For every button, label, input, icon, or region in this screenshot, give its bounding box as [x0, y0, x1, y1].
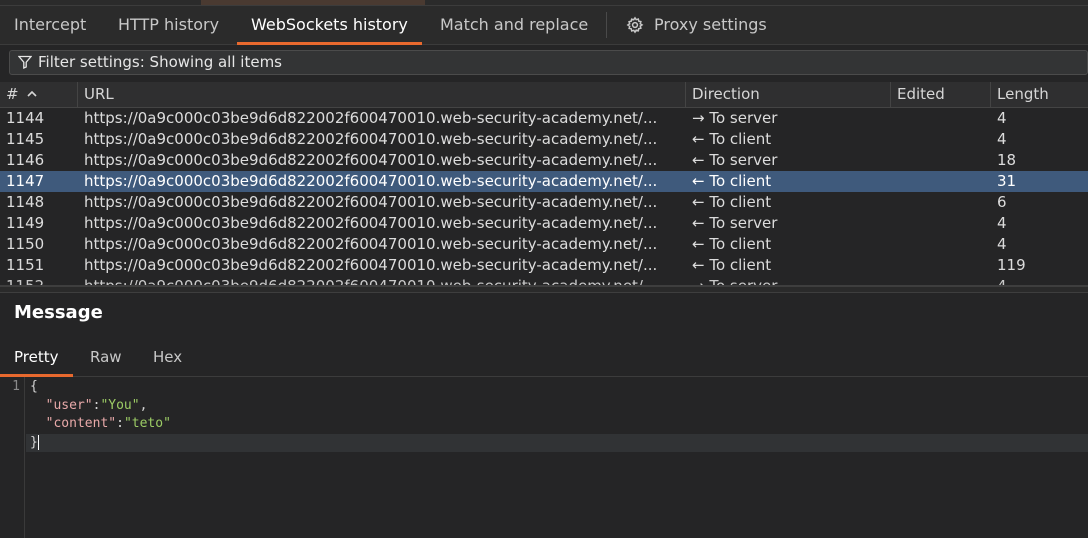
cell-length: 31 [997, 172, 1017, 190]
json-value: "teto" [123, 416, 171, 431]
tab-raw[interactable]: Raw [76, 340, 136, 376]
cell-url: https://0a9c000c03be9d6d822002f600470010… [84, 109, 658, 127]
table-row[interactable]: 1148 https://0a9c000c03be9d6d822002f6004… [0, 192, 1088, 213]
json-key: "user" [45, 397, 93, 413]
cell-length: 4 [997, 109, 1007, 127]
cell-num: 1149 [6, 214, 45, 232]
cell-edited [891, 255, 991, 276]
column-header-direction[interactable]: Direction [686, 82, 891, 108]
cell-url: https://0a9c000c03be9d6d822002f600470010… [84, 214, 658, 232]
table-row[interactable]: 1150 https://0a9c000c03be9d6d822002f6004… [0, 234, 1088, 255]
cell-length: 119 [997, 256, 1026, 274]
cell-edited [891, 150, 991, 171]
table-row[interactable]: 1146 https://0a9c000c03be9d6d822002f6004… [0, 150, 1088, 171]
filter-icon [17, 55, 33, 69]
table-row[interactable]: 1144 https://0a9c000c03be9d6d822002f6004… [0, 108, 1088, 129]
cell-num: 1144 [6, 109, 45, 127]
json-key: "content" [45, 416, 117, 431]
pane-splitter[interactable] [0, 285, 1088, 293]
line-number: 1 [12, 379, 20, 394]
cell-direction: ← To server [692, 214, 778, 232]
cell-num: 1145 [6, 130, 45, 148]
cell-direction: ← To client [692, 172, 772, 190]
cell-url: https://0a9c000c03be9d6d822002f600470010… [84, 256, 658, 274]
cell-direction: ← To client [692, 193, 772, 211]
text-caret [37, 434, 39, 450]
line-number-gutter: 1 [0, 377, 25, 538]
websockets-history-table: # URL Direction Edited Length 1144 https… [0, 82, 1088, 286]
message-editor[interactable]: 1 { "user":"You", "content":"teto" } [0, 377, 1088, 538]
cell-edited [891, 171, 991, 192]
cell-edited [891, 129, 991, 150]
code-line: "user":"You", [45, 397, 148, 413]
cell-url: https://0a9c000c03be9d6d822002f600470010… [84, 130, 658, 148]
tab-match-and-replace[interactable]: Match and replace [426, 6, 602, 44]
message-title: Message [14, 302, 103, 323]
proxy-tabs: Intercept HTTP history WebSockets histor… [0, 6, 1088, 45]
cell-url: https://0a9c000c03be9d6d822002f600470010… [84, 193, 658, 211]
table-header: # URL Direction Edited Length [0, 82, 1088, 108]
top-strip-accent [201, 0, 425, 5]
cell-direction: ← To client [692, 256, 772, 274]
open-brace: { [30, 379, 38, 394]
table-row[interactable]: 1145 https://0a9c000c03be9d6d822002f6004… [0, 129, 1088, 150]
cell-num: 1147 [6, 172, 45, 190]
cell-num: 1146 [6, 151, 45, 169]
cell-num: 1150 [6, 235, 45, 253]
cell-length: 6 [997, 193, 1007, 211]
cell-edited [891, 234, 991, 255]
code-line-current: } [26, 433, 1088, 452]
cell-length: 4 [997, 130, 1007, 148]
column-num-label: # [6, 85, 19, 103]
table-row[interactable]: 1151 https://0a9c000c03be9d6d822002f6004… [0, 255, 1088, 276]
message-view-tabs: Pretty Raw Hex [0, 340, 1088, 377]
close-brace: } [30, 434, 38, 450]
cell-edited [891, 213, 991, 234]
cell-length: 4 [997, 235, 1007, 253]
tab-proxy-settings[interactable]: Proxy settings [612, 6, 781, 44]
sort-ascending-icon [27, 90, 37, 97]
table-row-selected[interactable]: 1147 https://0a9c000c03be9d6d822002f6004… [0, 171, 1088, 192]
burp-proxy-window: Intercept HTTP history WebSockets histor… [0, 0, 1088, 538]
cell-num: 1148 [6, 193, 45, 211]
filter-settings-bar[interactable]: Filter settings: Showing all items [9, 50, 1088, 75]
cell-edited [891, 192, 991, 213]
cell-direction: ← To client [692, 235, 772, 253]
tab-http-history[interactable]: HTTP history [104, 6, 233, 44]
table-row[interactable]: 1149 https://0a9c000c03be9d6d822002f6004… [0, 213, 1088, 234]
tab-separator [606, 12, 607, 38]
gear-icon [626, 16, 644, 34]
proxy-settings-label: Proxy settings [654, 15, 767, 34]
cell-num: 1151 [6, 256, 45, 274]
cell-length: 4 [997, 214, 1007, 232]
filter-label: Filter settings: Showing all items [38, 53, 282, 71]
tab-intercept[interactable]: Intercept [0, 6, 100, 44]
tab-websockets-history[interactable]: WebSockets history [237, 6, 422, 45]
cell-url: https://0a9c000c03be9d6d822002f600470010… [84, 235, 658, 253]
cell-direction: ← To server [692, 151, 778, 169]
json-value: "You" [100, 397, 140, 413]
cell-direction: → To server [692, 109, 778, 127]
cell-url: https://0a9c000c03be9d6d822002f600470010… [84, 151, 658, 169]
cell-edited [891, 108, 991, 129]
cell-url: https://0a9c000c03be9d6d822002f600470010… [84, 172, 658, 190]
column-header-num[interactable]: # [0, 82, 78, 108]
code-line: "content":"teto" [45, 416, 171, 431]
column-header-url[interactable]: URL [78, 82, 686, 108]
tab-pretty[interactable]: Pretty [0, 340, 73, 377]
cell-direction: ← To client [692, 130, 772, 148]
cell-length: 18 [997, 151, 1017, 169]
code-area[interactable]: { "user":"You", "content":"teto" } [26, 377, 1088, 452]
column-header-edited[interactable]: Edited [891, 82, 991, 108]
code-line: { [26, 378, 1088, 397]
column-header-length[interactable]: Length [991, 82, 1088, 108]
tab-hex[interactable]: Hex [139, 340, 196, 376]
